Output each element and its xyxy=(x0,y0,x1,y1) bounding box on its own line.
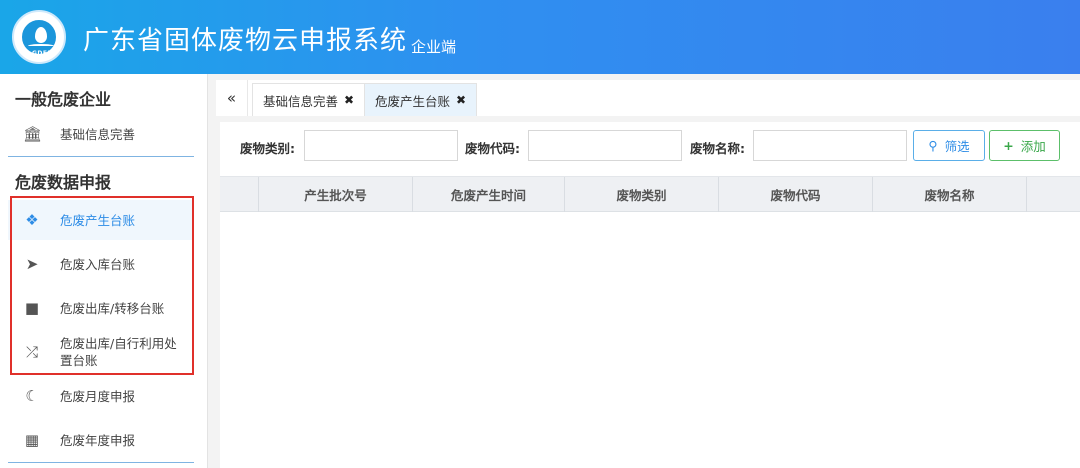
filter-button[interactable]: ⚲ 筛选 xyxy=(913,130,985,161)
add-button[interactable]: + 添加 xyxy=(989,130,1060,161)
table-body xyxy=(220,212,1080,468)
sidebar-item-monthly-report[interactable]: ☾ 危废月度申报 xyxy=(8,376,194,416)
system-subtitle: 企业端 xyxy=(411,38,457,56)
sidebar-divider xyxy=(8,156,194,157)
sidebar-item-basic-info[interactable]: 🏛 基础信息完善 xyxy=(8,114,194,154)
category-input[interactable] xyxy=(304,130,458,161)
sidebar-item-annual-report[interactable]: ▦ 危废年度申报 xyxy=(8,420,194,460)
moon-icon: ☾ xyxy=(25,387,39,405)
calendar-icon: ▦ xyxy=(24,431,40,449)
sidebar: 一般危废企业 🏛 基础信息完善 危废数据申报 ❖ 危废产生台账 ➤ 危废入库台账… xyxy=(0,74,208,468)
search-icon: ⚲ xyxy=(928,138,938,153)
table-header-select xyxy=(220,177,258,212)
system-title: 广东省固体废物云申报系统 xyxy=(83,26,408,56)
sidebar-item-self-disposal-ledger[interactable]: ⤮ 危废出库/自行利用处置台账 xyxy=(8,332,194,372)
sidebar-item-generation-ledger[interactable]: ❖ 危废产生台账 xyxy=(8,200,194,240)
sidebar-group-general: 一般危废企业 xyxy=(15,90,112,109)
sidebar-item-transfer-ledger[interactable]: ■ 危废出库/转移台账 xyxy=(8,288,194,328)
sidebar-divider-bottom xyxy=(8,462,194,463)
name-label: 废物名称: xyxy=(690,141,745,156)
bank-icon: 🏛 xyxy=(23,125,43,143)
main-panel: 废物类别: 废物代码: 废物名称: ⚲ 筛选 + 添加 产生批次号 危废产生时间… xyxy=(220,122,1080,468)
close-icon[interactable]: ✖ xyxy=(344,93,354,107)
truck-icon: ■ xyxy=(24,299,40,317)
table-header-code[interactable]: 废物代码 xyxy=(718,177,872,212)
cubes-icon: ❖ xyxy=(25,211,39,229)
sidebar-item-storage-ledger[interactable]: ➤ 危废入库台账 xyxy=(8,244,194,284)
collapse-sidebar-button[interactable]: « xyxy=(216,80,248,116)
code-input[interactable] xyxy=(528,130,682,161)
shuffle-icon: ⤮ xyxy=(25,343,38,361)
category-label: 废物类别: xyxy=(240,141,295,156)
plus-icon: + xyxy=(1003,138,1014,153)
rocket-icon: ➤ xyxy=(25,255,39,273)
tab-bar: « 基础信息完善 ✖ 危废产生台账 ✖ xyxy=(216,80,1080,116)
name-input[interactable] xyxy=(753,130,907,161)
app-header: GDEE 广东省固体废物云申报系统 企业端 xyxy=(0,0,1080,74)
table-header-category[interactable]: 废物类别 xyxy=(564,177,718,212)
tab-generation-ledger[interactable]: 危废产生台账 ✖ xyxy=(364,83,478,116)
table-header-generation-time[interactable]: 危废产生时间 xyxy=(412,177,564,212)
sidebar-group-hazardous: 危废数据申报 xyxy=(15,173,112,192)
tab-basic-info[interactable]: 基础信息完善 ✖ xyxy=(252,83,366,116)
code-label: 废物代码: xyxy=(465,141,520,156)
table-header: 产生批次号 危废产生时间 废物类别 废物代码 废物名称 xyxy=(220,176,1080,212)
gdee-logo: GDEE xyxy=(12,10,66,64)
table-header-extra xyxy=(1026,177,1080,212)
table-header-name[interactable]: 废物名称 xyxy=(872,177,1026,212)
table-header-batch-no[interactable]: 产生批次号 xyxy=(258,177,412,212)
close-icon[interactable]: ✖ xyxy=(456,93,466,107)
